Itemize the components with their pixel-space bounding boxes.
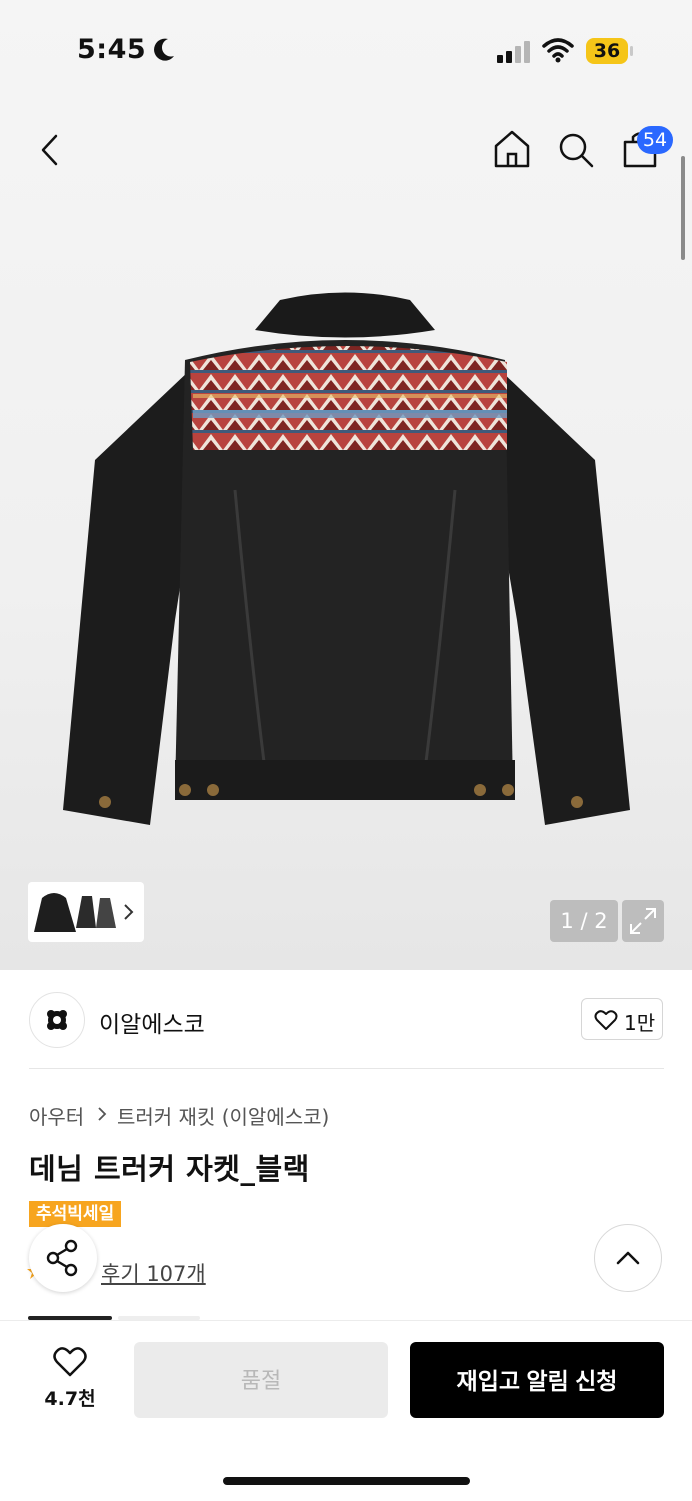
- soldout-button[interactable]: 품절: [134, 1342, 388, 1418]
- divider: [29, 1068, 664, 1069]
- wish-count: 4.7천: [44, 1388, 96, 1410]
- breadcrumb-subcategory[interactable]: 트러커 재킷 (이알에스코): [117, 1101, 329, 1130]
- home-indicator: [223, 1477, 470, 1485]
- wifi-icon: [542, 38, 574, 63]
- home-icon[interactable]: [492, 128, 532, 170]
- review-link[interactable]: 후기 107개: [101, 1258, 206, 1288]
- share-icon: [46, 1239, 78, 1277]
- image-counter: 1 / 2: [550, 900, 618, 942]
- cart-count-badge: 54: [637, 126, 673, 154]
- expand-button[interactable]: [622, 900, 664, 942]
- heart-icon: [594, 1010, 618, 1030]
- battery-icon: 36: [586, 38, 633, 64]
- scrollbar[interactable]: [681, 156, 685, 260]
- search-icon[interactable]: [556, 130, 596, 170]
- expand-icon: [630, 908, 656, 934]
- product-title: 데님 트러커 자켓_블랙: [29, 1152, 310, 1186]
- breadcrumb-category[interactable]: 아우터: [29, 1101, 84, 1130]
- moon-icon: [154, 38, 174, 61]
- brand-like-count: 1만: [624, 1011, 656, 1035]
- battery-level: 36: [586, 38, 628, 64]
- chevron-right-icon: [98, 1107, 107, 1121]
- brand-logo[interactable]: [29, 992, 85, 1048]
- thumbnail-image[interactable]: [30, 888, 122, 938]
- product-image[interactable]: [55, 290, 635, 830]
- scroll-to-top-button[interactable]: [594, 1224, 662, 1292]
- brand-logo-icon: [47, 1010, 67, 1030]
- share-button[interactable]: [29, 1224, 97, 1292]
- status-time: 5:45: [77, 34, 147, 65]
- chevron-up-icon: [616, 1251, 640, 1265]
- signal-icon: [497, 41, 531, 63]
- chevron-right-icon: [124, 904, 134, 920]
- brand-name[interactable]: 이알에스코: [99, 1005, 205, 1039]
- brand-like-button[interactable]: 1만: [581, 998, 663, 1040]
- restock-alert-button[interactable]: 재입고 알림 신청: [410, 1342, 664, 1418]
- back-button[interactable]: [36, 132, 66, 168]
- heart-icon[interactable]: [52, 1346, 88, 1378]
